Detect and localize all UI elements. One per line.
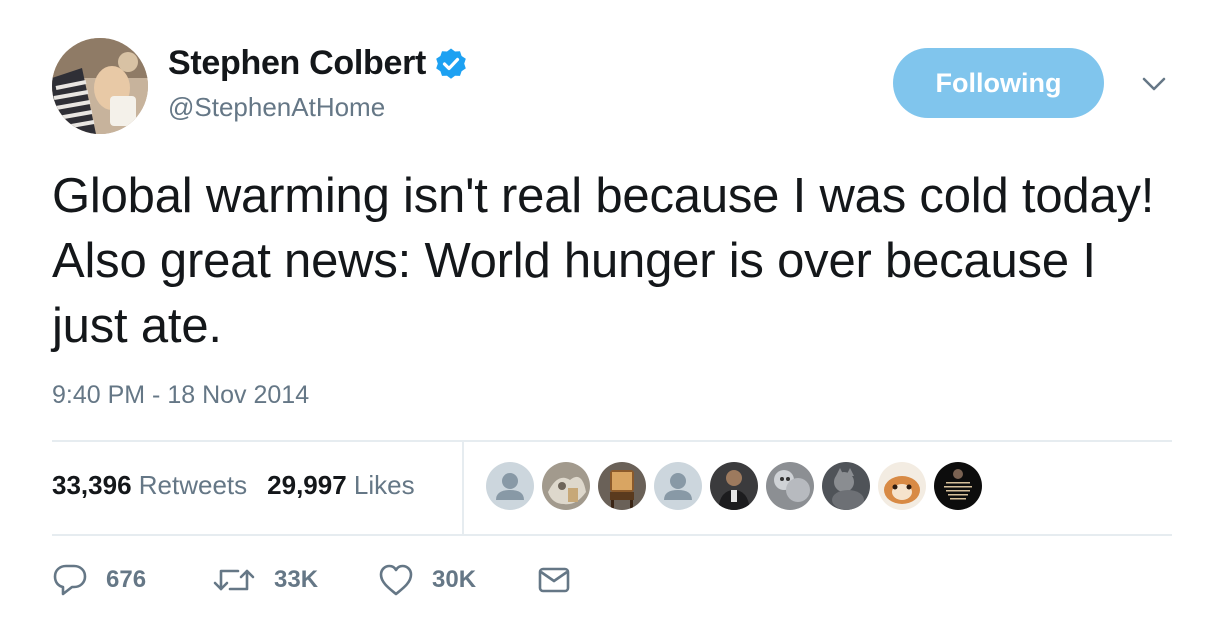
retweets-count: 33,396: [52, 470, 132, 500]
liker-avatar[interactable]: [822, 462, 870, 510]
reply-icon: [53, 564, 87, 596]
stats-bottom-divider: [52, 534, 1172, 536]
likes-count: 29,997: [267, 470, 347, 500]
reply-action[interactable]: 676: [52, 560, 146, 600]
envelope-icon: [538, 567, 570, 593]
liker-photo: [766, 462, 814, 510]
reply-count: 676: [106, 566, 147, 593]
liker-photo: [710, 462, 758, 510]
heart-icon: [379, 564, 413, 596]
stats-top-divider: [52, 440, 1172, 442]
liker-avatar[interactable]: [710, 462, 758, 510]
liker-photo: [542, 462, 590, 510]
likes-stat[interactable]: 29,997 Likes: [267, 470, 414, 501]
retweets-stat[interactable]: 33,396 Retweets: [52, 470, 247, 501]
default-avatar-icon: [486, 462, 534, 510]
author-avatar[interactable]: [52, 38, 148, 134]
default-avatar-icon: [654, 462, 702, 510]
liker-avatar[interactable]: [542, 462, 590, 510]
likers-avatars: [486, 462, 982, 510]
liker-avatar[interactable]: [934, 462, 982, 510]
verified-badge-icon: [436, 48, 466, 79]
liker-avatar[interactable]: [486, 462, 534, 510]
retweet-action[interactable]: 33K: [212, 560, 318, 600]
profile-photo: [52, 38, 148, 134]
direct-message-action[interactable]: [538, 560, 570, 600]
like-count: 30K: [432, 566, 477, 593]
liker-avatar[interactable]: [766, 462, 814, 510]
tweet-timestamp[interactable]: 9:40 PM - 18 Nov 2014: [52, 381, 309, 410]
liker-photo: [934, 462, 982, 510]
author-name-row[interactable]: Stephen Colbert: [168, 44, 468, 83]
likes-label: Likes: [353, 470, 415, 500]
like-action[interactable]: 30K: [378, 560, 476, 600]
retweet-icon: [213, 569, 255, 591]
liker-avatar[interactable]: [598, 462, 646, 510]
following-button[interactable]: Following: [893, 48, 1104, 118]
liker-photo: [878, 462, 926, 510]
author-name[interactable]: Stephen Colbert: [168, 44, 426, 83]
liker-photo: [822, 462, 870, 510]
retweets-label: Retweets: [138, 470, 248, 500]
liker-photo: [598, 462, 646, 510]
tweet-text: Global warming isn't real because I was …: [52, 169, 1155, 353]
author-handle[interactable]: @StephenAtHome: [168, 92, 385, 123]
stats-vertical-divider: [462, 440, 464, 534]
retweet-count: 33K: [274, 566, 319, 593]
liker-avatar[interactable]: [654, 462, 702, 510]
chevron-down-icon[interactable]: [1140, 74, 1168, 94]
tweet-stats: 33,396 Retweets 29,997 Likes: [52, 470, 415, 501]
liker-avatar[interactable]: [878, 462, 926, 510]
